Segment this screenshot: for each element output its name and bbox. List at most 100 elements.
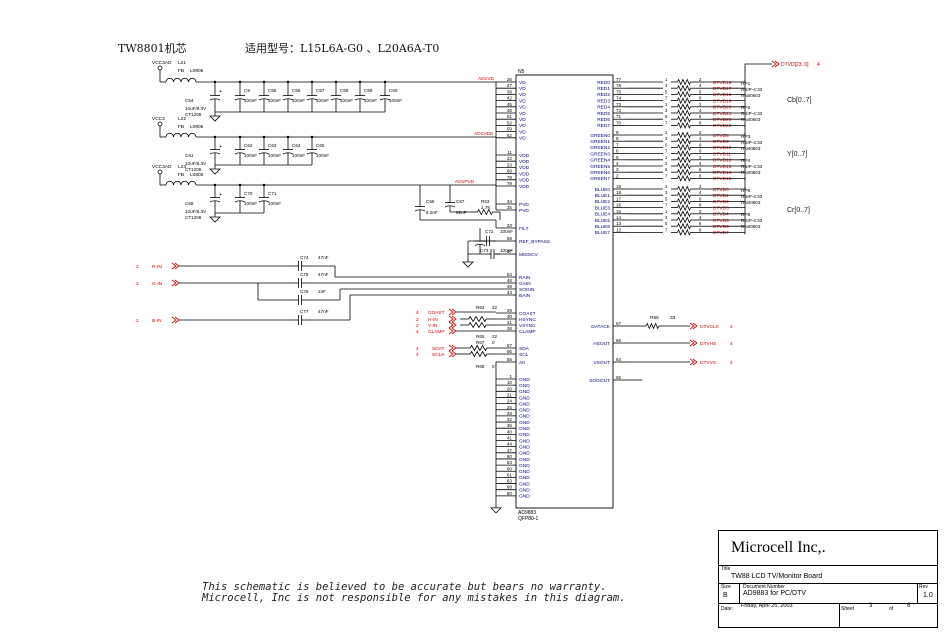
pin-number: 8 [616,136,619,141]
cap-ref: C75 [300,272,309,277]
cap-value: 47nF [318,309,329,314]
rp-pin: 5 [665,196,668,201]
pin-number: 80 [507,491,513,496]
pin-name: GREEN0 [590,133,610,139]
pin-name: GREEN1 [590,139,610,145]
pin-name: VDD [519,171,530,177]
pin-number: 50 [507,454,513,459]
sheet-label: Sheet [841,606,855,612]
pin-name: GND [519,469,530,475]
rp-package: RN40603 [741,93,761,98]
pin-name: BLUE7 [595,230,611,236]
resistor-network-element [677,109,691,117]
rp-pin: 4 [699,190,702,195]
title-label: Title [721,566,731,572]
pin-name: VD [519,111,526,117]
pin-number: 13 [616,221,622,226]
pin-name: BLUE2 [595,199,611,205]
pin-name: RED7 [597,123,610,129]
pin-name: REF_BYPASS [519,239,550,245]
pin-number: 57 [507,343,513,348]
cap-value: 10uF/6.3V [185,106,207,111]
port-arrow [448,350,457,358]
pin-name: GND [519,408,530,414]
input-port-label: B-IN [152,318,162,324]
cap-ref: C65 [316,143,325,148]
port-arrow [448,308,457,316]
resistor-network-element [677,185,691,193]
pin-name: VD [519,86,526,92]
sheet-ref: 4 [730,360,733,366]
series-resistor [468,315,487,323]
res-ref: R65 [476,334,485,339]
cap-package: CT1206 [185,215,202,220]
port-arrow [171,262,180,270]
pin-name: GND [519,395,530,401]
pin-name: DATACK [591,324,611,330]
rp-pin: 6 [699,89,702,94]
cap-ref: C72 [485,229,494,234]
pin-name: HSOUT [593,341,610,347]
pin-name: GREEN7 [590,176,610,182]
pin-name: VD [519,117,526,123]
pin-number: 59 [507,127,513,132]
pin-name: BLUE6 [595,224,611,230]
rp-value: RSIP-4:33 [741,111,763,116]
rp-pin: 7 [665,149,668,154]
pin-number: 75 [616,89,622,94]
resistor-network-element [677,191,691,199]
pin-name: GAIN [519,281,531,287]
cap-ref: C60 [389,88,398,93]
pin-name: GND [519,383,530,389]
pin-name: GREEN5 [590,164,610,170]
port-arrow [448,327,457,335]
inductor-ref: L22 [178,116,186,122]
pin-name: VSOUT [593,360,610,366]
disclaimer-line-2: Microcell, Inc is not responsible for an… [202,592,626,604]
inductor-fb: FB [178,68,184,74]
resistor-network-element [677,204,691,212]
rp-package: RN40603 [741,117,761,122]
pin-name: SCL [519,352,529,358]
company-name: Microcell Inc,. [731,539,826,556]
ground-symbol [209,115,221,122]
pin-name: VSYNC [519,323,536,329]
pin-number: 66 [616,338,622,343]
rp-pin: 4 [699,83,702,88]
rp-pin: 7 [665,227,668,232]
resistor-network-element [677,131,691,139]
cap-ref: C70 [244,191,253,196]
pin-number: 3 [616,167,619,172]
res-value: 0 [492,364,495,369]
pin-number: 61 [507,472,513,477]
pin-name: GND [519,432,530,438]
net-label: DTVD3 [713,205,729,211]
pin-number: 1 [509,374,512,379]
pin-name: BLUE0 [595,187,611,193]
pin-name: GREEN3 [590,151,610,157]
cap-ref: C54 [185,98,194,103]
pin-name: GND [519,488,530,494]
pin-name: VDD [519,184,530,190]
pin-name: GREEN6 [590,170,610,176]
pin-number: 27 [507,83,513,88]
dtvd-bus [744,63,772,82]
res-ref: R68 [476,364,485,369]
net-label: DTVD22 [713,117,732,123]
bus-group-label: Y[0..7] [787,151,807,158]
res-ref: R63 [481,199,490,204]
rp-value: RSIP-4:33 [741,140,763,145]
pin-number: 21 [507,392,513,397]
drawing-title: TW88 LCD TV/Monitor Board [731,573,823,580]
pin-name: GND [519,444,530,450]
pin-number: 28 [507,411,513,416]
pin-number: 69 [507,169,513,174]
pin-number: 20 [507,386,513,391]
pin-name: VD [519,129,526,135]
vcc-label: VCC3 [152,116,165,122]
dtvd-bus-label: DTVD[23..0] [781,62,809,68]
port-arrow [448,344,457,352]
sheet-count: 6 [907,603,911,609]
pin-number: 54 [507,272,513,277]
vcc-terminal [157,169,163,175]
